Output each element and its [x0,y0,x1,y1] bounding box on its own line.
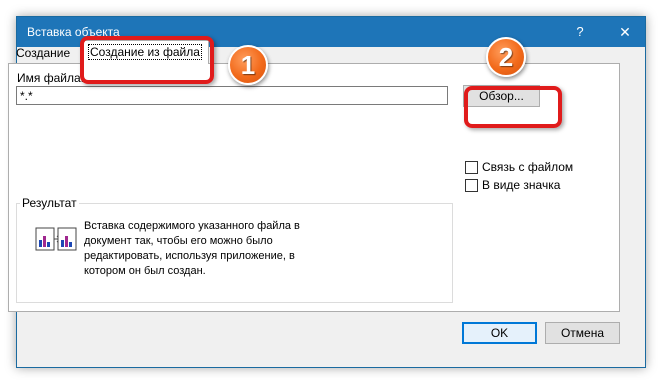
result-description: Вставка содержимого указанного файла в д… [84,220,300,277]
display-as-icon-checkbox[interactable] [465,178,478,192]
cancel-button[interactable]: Отмена [545,322,620,344]
insert-file-icon [35,227,77,251]
ok-button[interactable]: OK [462,322,537,344]
callout-highlight-tab [80,36,214,84]
result-title: Результат [20,196,79,210]
filename-label: Имя файла: [17,71,84,85]
filename-input[interactable]: *.* [16,86,448,105]
display-as-icon-label: В виде значка [482,178,561,192]
link-to-file-label: Связь с файлом [482,160,574,174]
link-to-file-option[interactable]: Связь с файлом [465,160,573,174]
callout-highlight-browse [464,86,562,128]
step-badge-1: 1 [228,45,268,85]
tab-create[interactable]: Создание [16,46,70,60]
step-badge-2: 2 [486,37,526,77]
close-button[interactable]: ✕ [605,17,645,47]
link-to-file-checkbox[interactable] [465,160,478,174]
display-as-icon-option[interactable]: В виде значка [465,178,560,192]
help-button[interactable]: ? [563,17,597,47]
